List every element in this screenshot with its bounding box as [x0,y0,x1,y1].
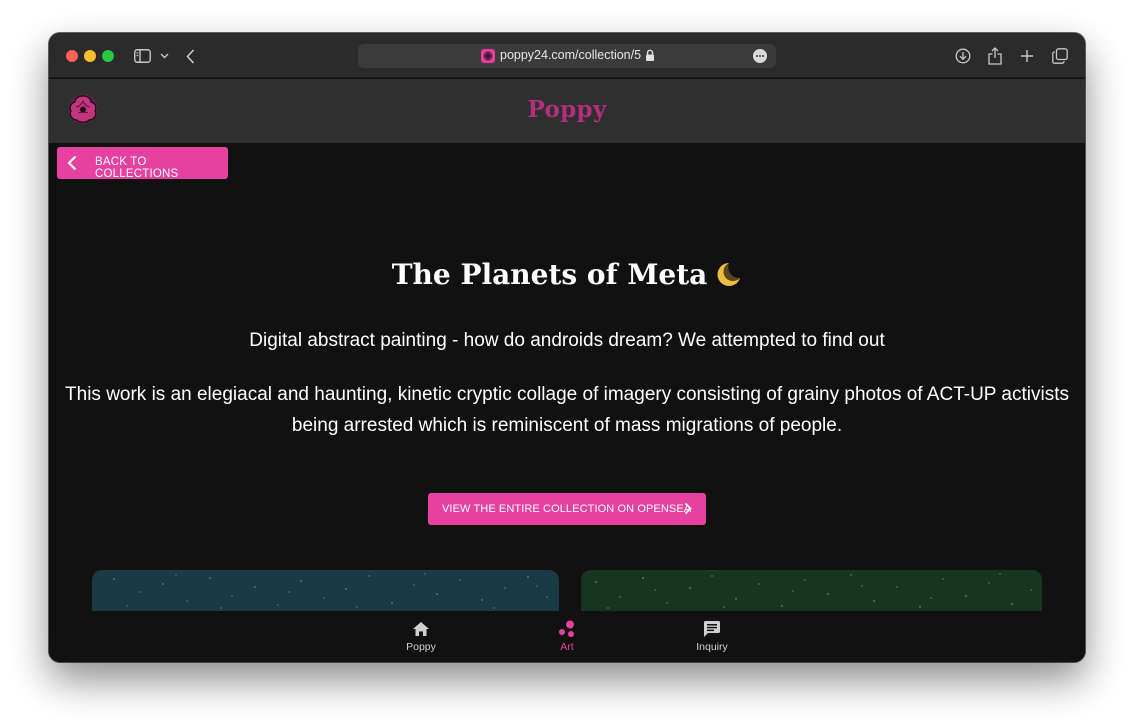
nav-item-art-label: Art [560,641,574,653]
collection-title: The Planets of Meta [49,258,1085,295]
share-icon[interactable] [988,46,1002,66]
browser-window: poppy24.com/collection/5 Poppy BACK TO C… [49,33,1085,662]
main-content: BACK TO COLLECTIONS The Planets of Meta … [49,143,1085,662]
art-icon [527,619,607,639]
downloads-icon[interactable] [955,46,971,66]
back-navigation-icon[interactable] [186,46,195,66]
site-favicon [481,49,495,63]
nav-item-art[interactable]: Art [527,619,607,653]
close-window-button[interactable] [66,50,78,62]
collection-description: This work is an elegiacal and haunting, … [65,384,1069,436]
chevron-right-icon [684,502,692,520]
view-on-opensea-label: VIEW THE ENTIRE COLLECTION ON OPENSEA [442,503,692,515]
brand-title[interactable]: Poppy [49,96,1085,123]
chevron-left-icon [67,155,77,176]
page-options-icon[interactable] [753,49,767,63]
minimize-window-button[interactable] [84,50,96,62]
back-to-collections-button[interactable]: BACK TO COLLECTIONS [57,147,228,180]
crescent-moon-icon [715,261,742,295]
sidebar-menu-chevron-icon[interactable] [160,46,169,66]
address-bar[interactable]: poppy24.com/collection/5 [358,44,776,68]
app-header: Poppy [49,79,1085,143]
nav-item-inquiry[interactable]: Inquiry [672,619,752,653]
collection-subtitle: Digital abstract painting - how do andro… [249,330,885,351]
browser-toolbar: poppy24.com/collection/5 [49,33,1085,78]
nav-item-poppy-label: Poppy [406,641,436,653]
home-icon [381,619,461,639]
zoom-window-button[interactable] [102,50,114,62]
lock-icon [645,49,655,67]
nav-item-inquiry-label: Inquiry [696,641,728,653]
new-tab-icon[interactable] [1020,46,1034,66]
url-text: poppy24.com/collection/5 [500,48,642,62]
nav-item-poppy[interactable]: Poppy [381,619,461,653]
view-on-opensea-button[interactable]: VIEW THE ENTIRE COLLECTION ON OPENSEA [428,493,706,525]
collection-title-text: The Planets of Meta [391,258,708,291]
bottom-navigation: Poppy Art Inquiry [49,611,1085,662]
tab-overview-icon[interactable] [1052,46,1068,66]
chat-icon [672,619,752,639]
back-to-collections-label: BACK TO COLLECTIONS [95,156,179,180]
sidebar-toggle-icon[interactable] [134,46,151,66]
